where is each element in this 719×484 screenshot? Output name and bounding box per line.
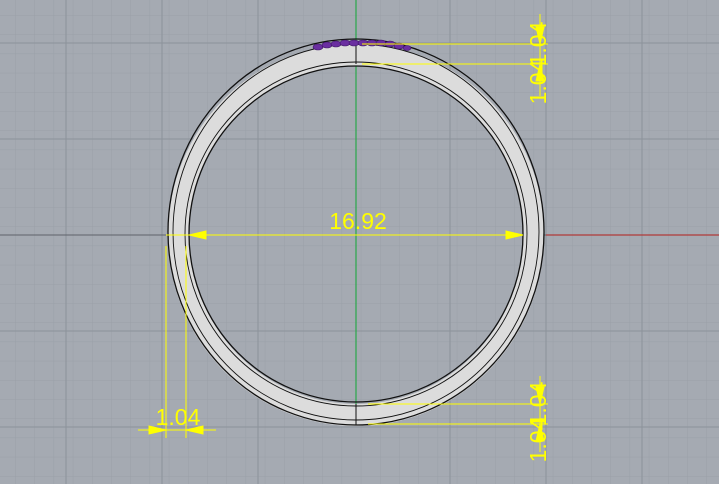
top-thickness-label-lower: 1.04: [525, 59, 551, 104]
side-thickness-label: 1.04: [156, 404, 201, 430]
viewport-canvas[interactable]: 16.92 1.04 1.04 1.04 1.04 1.04: [0, 0, 719, 484]
bottom-thickness-label-lower: 1.04: [525, 417, 551, 462]
cad-viewport[interactable]: 16.92 1.04 1.04 1.04 1.04 1.04: [0, 0, 719, 484]
inner-diameter-label: 16.92: [329, 208, 387, 234]
